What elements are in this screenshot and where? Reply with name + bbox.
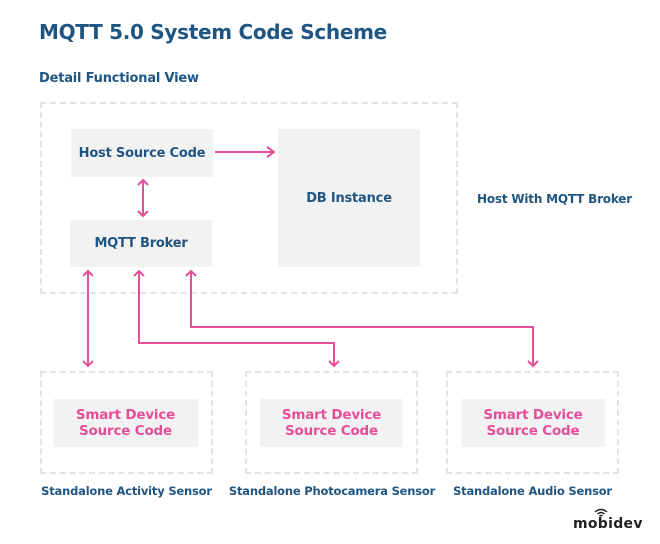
arrow-broker-audio [185, 269, 539, 368]
mobidev-logo: mobidev [573, 516, 643, 532]
arrow-broker-photocamera [133, 269, 340, 368]
connection-arrows [82, 146, 539, 368]
arrow-broker-activity [82, 269, 94, 368]
arrow-host-to-db [215, 146, 276, 158]
arrow-host-broker [137, 178, 149, 218]
